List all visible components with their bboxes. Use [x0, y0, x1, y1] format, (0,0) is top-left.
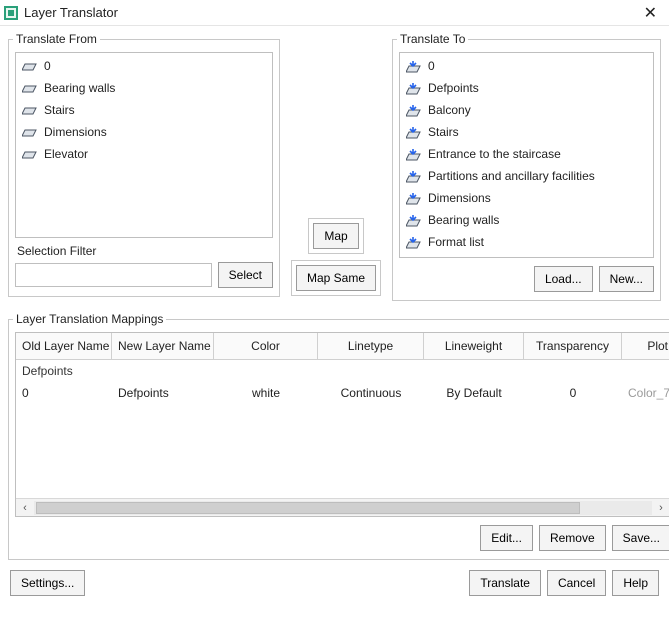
layer-icon	[22, 104, 38, 116]
window-title: Layer Translator	[24, 5, 638, 20]
layer-item-label: Entrance to the staircase	[428, 145, 561, 163]
layer-item-label: Stairs	[44, 101, 75, 119]
layer-item[interactable]: Partitions and ancillary facilities	[400, 165, 653, 187]
close-button[interactable]: ✕	[638, 3, 663, 23]
layer-item-label: Defpoints	[428, 79, 479, 97]
mappings-grid[interactable]: Old Layer Name New Layer Name Color Line…	[15, 332, 669, 517]
cell-old: 0	[16, 382, 112, 404]
layer-item[interactable]: Bearing walls	[16, 77, 272, 99]
map-button[interactable]: Map	[313, 223, 358, 249]
col-new-layer[interactable]: New Layer Name	[112, 333, 214, 359]
grid-header: Old Layer Name New Layer Name Color Line…	[16, 333, 669, 360]
col-lineweight[interactable]: Lineweight	[424, 333, 524, 359]
translate-to-legend: Translate To	[397, 32, 468, 46]
layer-download-icon	[406, 170, 422, 182]
layer-item-label: Стены несущие	[428, 255, 516, 258]
cancel-button[interactable]: Cancel	[547, 570, 606, 596]
dialog-bottom-row: Settings... Translate Cancel Help	[8, 570, 661, 596]
app-icon	[4, 6, 18, 20]
map-button-column: Map Map Same	[286, 30, 386, 310]
layer-item-label: Balcony	[428, 101, 471, 119]
layer-item[interactable]: Stairs	[16, 99, 272, 121]
layer-item-label: Bearing walls	[428, 211, 499, 229]
col-plot[interactable]: Plot	[622, 333, 669, 359]
layer-item[interactable]: Format list	[400, 231, 653, 253]
map-same-button[interactable]: Map Same	[296, 265, 376, 291]
layer-download-icon	[406, 148, 422, 160]
layer-item[interactable]: Dimensions	[16, 121, 272, 143]
layer-download-icon	[406, 126, 422, 138]
grid-body: Defpoints 0DefpointswhiteContinuousBy De…	[16, 360, 669, 498]
translate-to-panel: Translate To 0 Defpoints Balcony Stairs Entr…	[392, 32, 661, 301]
select-button[interactable]: Select	[218, 262, 273, 288]
layer-item[interactable]: Стены несущие	[400, 253, 653, 258]
grid-group-header[interactable]: Defpoints	[16, 360, 669, 382]
layer-item[interactable]: Bearing walls	[400, 209, 653, 231]
mappings-panel: Layer Translation Mappings Old Layer Nam…	[8, 312, 669, 560]
layer-item-label: Bearing walls	[44, 79, 115, 97]
layer-item[interactable]: Stairs	[400, 121, 653, 143]
translate-from-panel: Translate From 0 Bearing walls Stairs Dimen…	[8, 32, 280, 297]
layer-item[interactable]: Dimensions	[400, 187, 653, 209]
cell-lt: Continuous	[318, 382, 424, 404]
layer-icon	[22, 60, 38, 72]
cell-plot: Color_7	[622, 382, 669, 404]
layer-item[interactable]: Elevator	[16, 143, 272, 165]
layer-icon	[22, 82, 38, 94]
layer-item[interactable]: 0	[16, 55, 272, 77]
layer-item-label: Elevator	[44, 145, 88, 163]
layer-item[interactable]: Balcony	[400, 99, 653, 121]
layer-item-label: Format list	[428, 233, 484, 251]
translate-button[interactable]: Translate	[469, 570, 541, 596]
help-button[interactable]: Help	[612, 570, 659, 596]
translate-to-list[interactable]: 0 Defpoints Balcony Stairs Entrance to the s…	[399, 52, 654, 258]
mappings-legend: Layer Translation Mappings	[13, 312, 166, 326]
settings-button[interactable]: Settings...	[10, 570, 85, 596]
load-button[interactable]: Load...	[534, 266, 593, 292]
dialog-content: Translate From 0 Bearing walls Stairs Dimen…	[0, 26, 669, 604]
selection-filter-label: Selection Filter	[17, 244, 273, 258]
translate-from-legend: Translate From	[13, 32, 100, 46]
layer-icon	[22, 148, 38, 160]
layer-item-label: 0	[428, 57, 435, 75]
layer-item[interactable]: Defpoints	[400, 77, 653, 99]
col-linetype[interactable]: Linetype	[318, 333, 424, 359]
col-old-layer[interactable]: Old Layer Name	[16, 333, 112, 359]
layer-download-icon	[406, 214, 422, 226]
cell-lw: By Default	[424, 382, 524, 404]
layer-download-icon	[406, 60, 422, 72]
layer-download-icon	[406, 192, 422, 204]
layer-download-icon	[406, 104, 422, 116]
layer-item[interactable]: Entrance to the staircase	[400, 143, 653, 165]
cell-color: white	[214, 382, 318, 404]
layer-item-label: Stairs	[428, 123, 459, 141]
layer-item-label: 0	[44, 57, 51, 75]
scroll-left-icon[interactable]: ‹	[16, 502, 34, 514]
new-button[interactable]: New...	[599, 266, 654, 292]
title-bar: Layer Translator ✕	[0, 0, 669, 26]
col-color[interactable]: Color	[214, 333, 318, 359]
scroll-right-icon[interactable]: ›	[652, 502, 669, 514]
layer-icon	[22, 126, 38, 138]
selection-filter-input[interactable]	[15, 263, 212, 287]
scroll-thumb[interactable]	[36, 502, 580, 514]
edit-button[interactable]: Edit...	[480, 525, 533, 551]
remove-button[interactable]: Remove	[539, 525, 606, 551]
cell-tr: 0	[524, 382, 622, 404]
layer-item-label: Partitions and ancillary facilities	[428, 167, 595, 185]
grid-hscrollbar[interactable]: ‹ ›	[16, 498, 669, 516]
layer-item-label: Dimensions	[44, 123, 107, 141]
layer-download-icon	[406, 236, 422, 248]
layer-item-label: Dimensions	[428, 189, 491, 207]
col-transparency[interactable]: Transparency	[524, 333, 622, 359]
layer-download-icon	[406, 82, 422, 94]
table-row[interactable]: 0DefpointswhiteContinuousBy Default0Colo…	[16, 382, 669, 404]
cell-new: Defpoints	[112, 382, 214, 404]
save-button[interactable]: Save...	[612, 525, 669, 551]
layer-item[interactable]: 0	[400, 55, 653, 77]
translate-from-list[interactable]: 0 Bearing walls Stairs Dimensions Elevator	[15, 52, 273, 238]
